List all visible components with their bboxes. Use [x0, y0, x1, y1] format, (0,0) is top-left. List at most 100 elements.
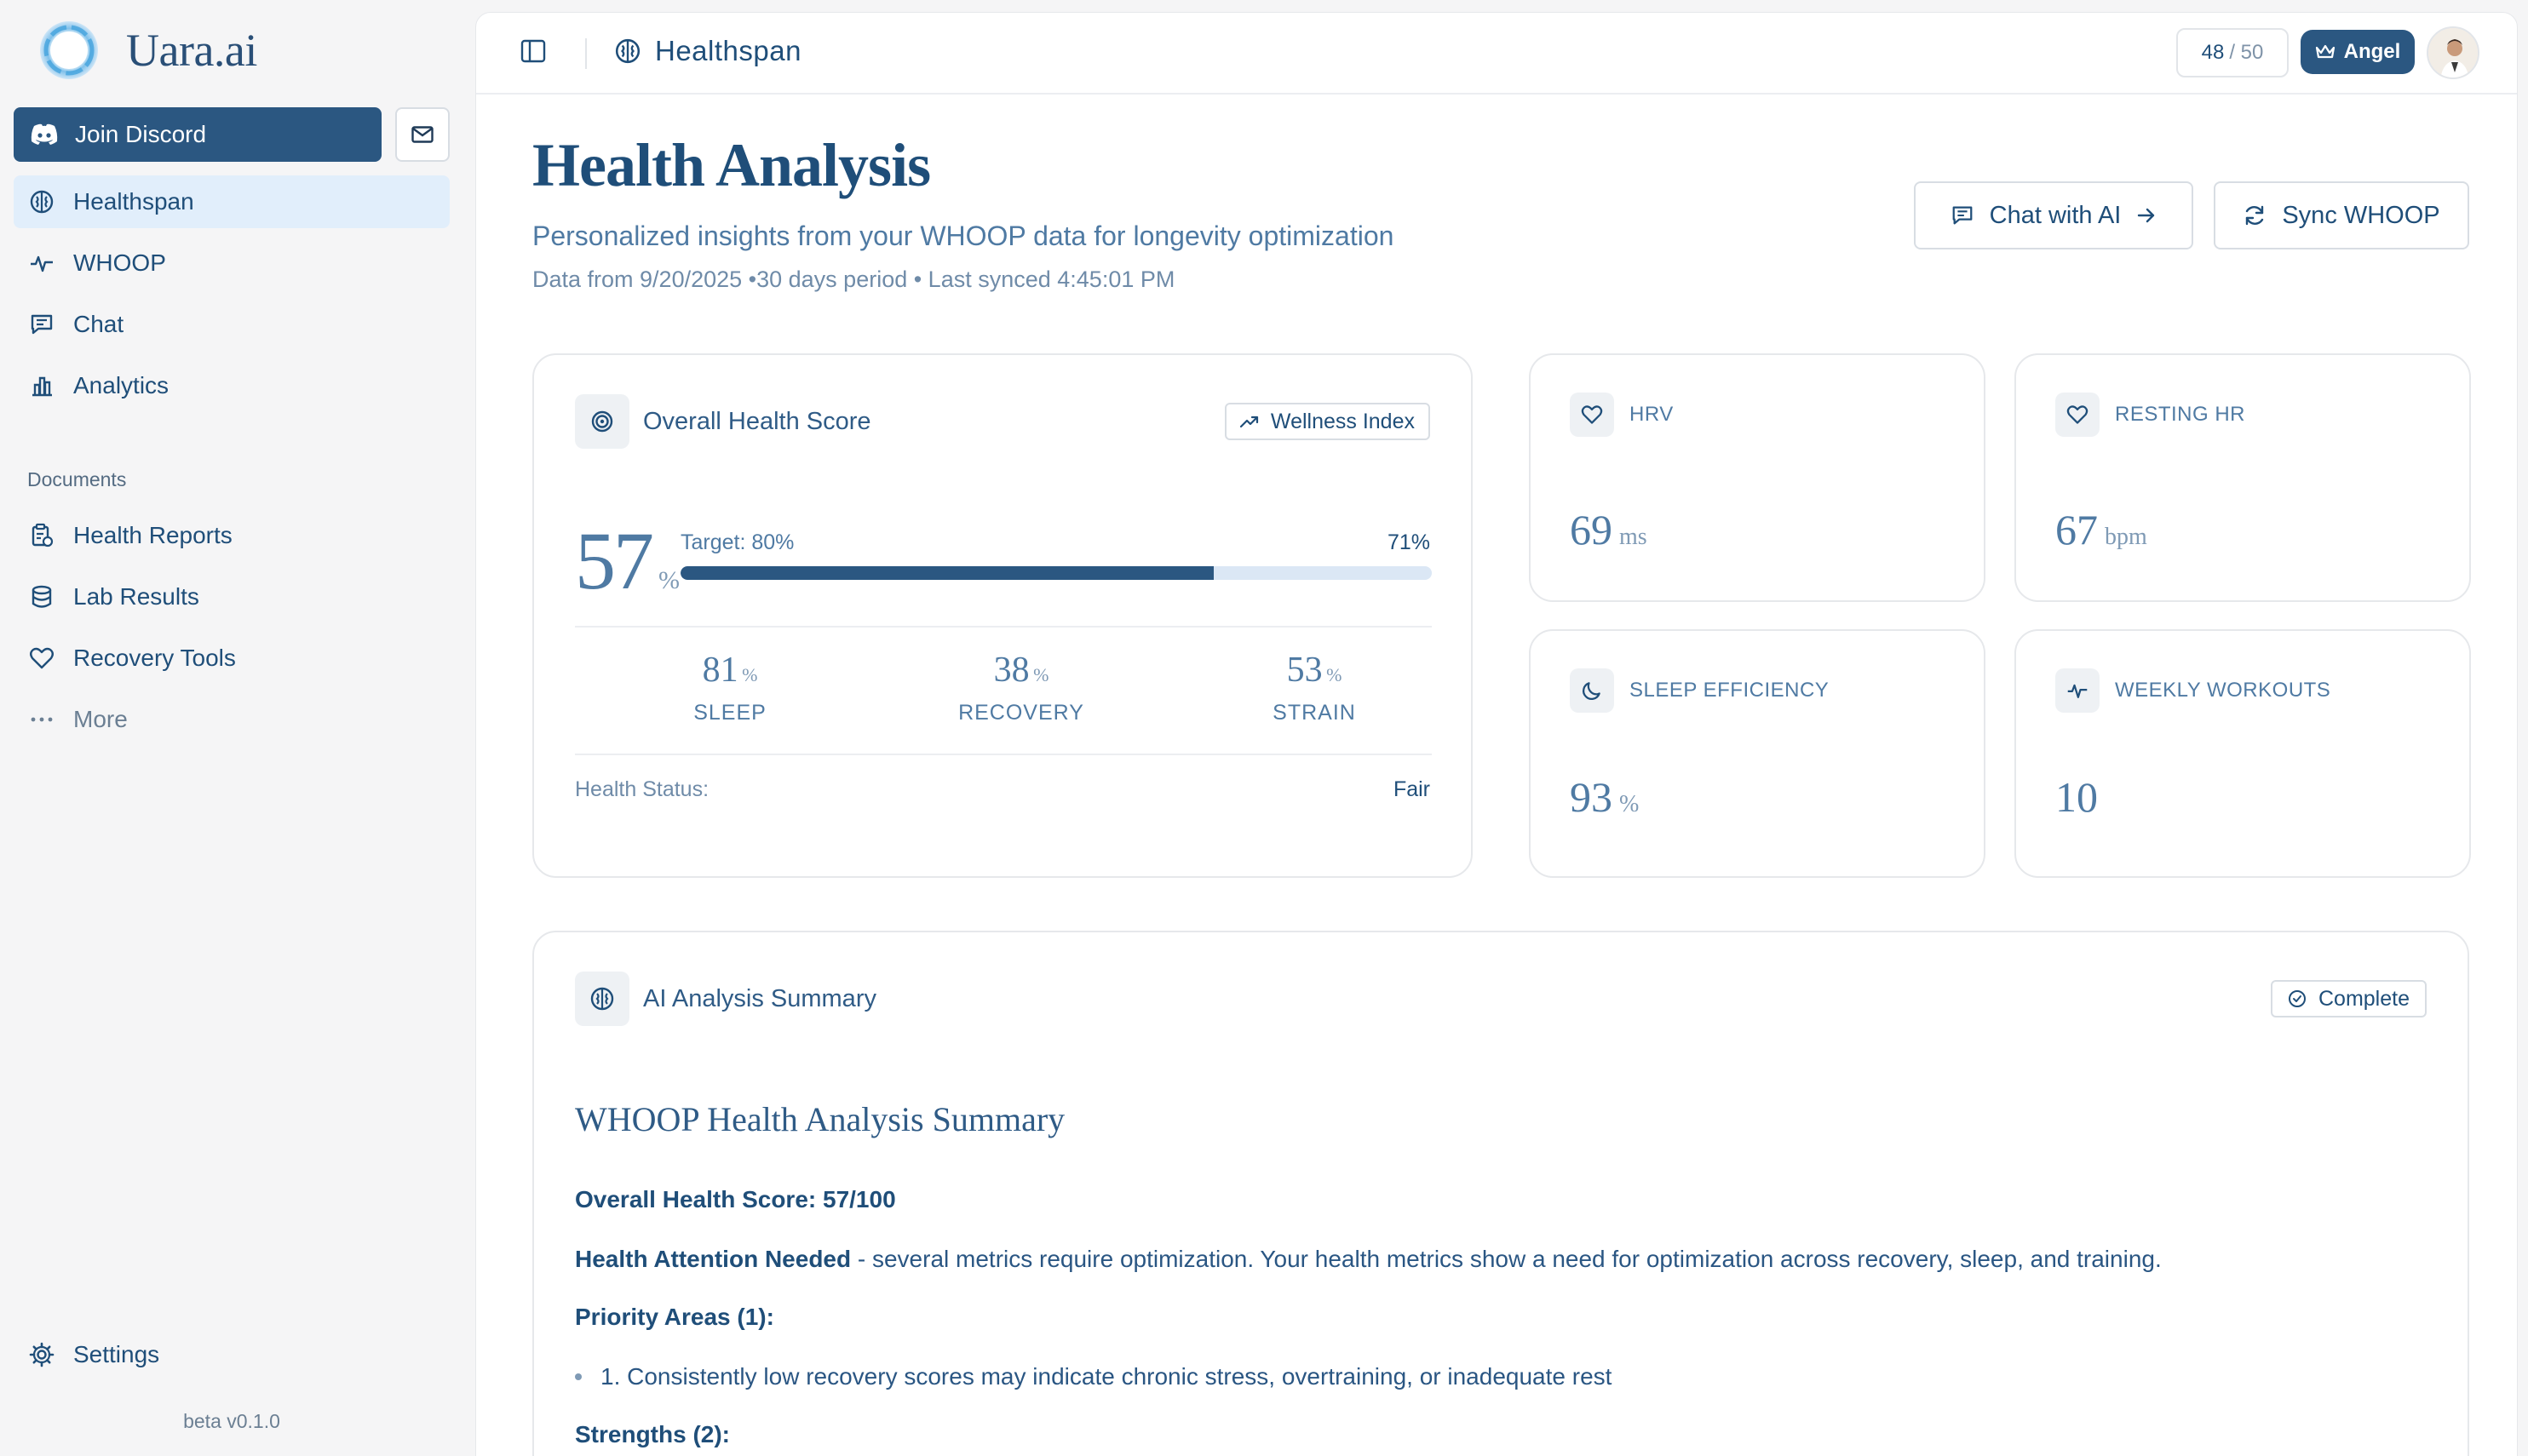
data-sync-info: Data from 9/20/2025 •30 days period • La…	[532, 267, 1175, 292]
sidebar-item-healthspan[interactable]: Healthspan	[14, 175, 450, 228]
mail-button[interactable]	[395, 107, 450, 162]
overall-score-value: 57	[575, 515, 654, 606]
progress-label: 71%	[1387, 530, 1430, 554]
sidebar-item-health-reports[interactable]: Health Reports	[14, 509, 450, 562]
brand[interactable]: Uara.ai	[37, 19, 257, 82]
summary-header: AI Analysis Summary	[575, 972, 876, 1026]
target-icon	[575, 394, 629, 449]
bar-chart-icon	[32, 376, 52, 397]
chat-with-ai-button[interactable]: Chat with AI	[1914, 181, 2193, 249]
summary-title: AI Analysis Summary	[643, 984, 876, 1012]
sub-metric-value: 81	[702, 651, 738, 690]
clipboard-icon	[32, 523, 54, 547]
summary-priority-heading-text: Priority Areas (1):	[575, 1304, 774, 1330]
metric-label: SLEEP EFFICIENCY	[1629, 679, 1830, 702]
metric-value: 67 bpm	[2055, 505, 2147, 554]
ai-analysis-summary-card: AI Analysis Summary Complete WHOOP Healt…	[532, 931, 2469, 1456]
mail-icon	[411, 126, 434, 143]
heart-icon	[2055, 393, 2100, 437]
metric-unit: %	[1619, 791, 1640, 817]
sidebar-item-label: Lab Results	[73, 583, 199, 610]
metric-label: WEEKLY WORKOUTS	[2115, 679, 2331, 702]
activity-icon	[31, 255, 53, 272]
sidebar-item-chat[interactable]: Chat	[14, 298, 450, 351]
metric-label: HRV	[1629, 403, 1674, 426]
metric-value: 93 %	[1570, 772, 1639, 822]
metric-header: RESTING HR	[2055, 393, 2245, 437]
summary-overall-score: Overall Health Score: 57/100	[575, 1186, 896, 1213]
sub-metric-strain: 53 % STRAIN	[1221, 650, 1408, 725]
sidebar-toggle-icon[interactable]	[520, 38, 546, 64]
sidebar-item-lab-results[interactable]: Lab Results	[14, 570, 450, 623]
page-title: Health Analysis	[532, 131, 931, 199]
page-subtitle: Personalized insights from your WHOOP da…	[532, 221, 1394, 251]
join-discord-label: Join Discord	[75, 121, 207, 147]
summary-attention-text: - several metrics require optimization. …	[851, 1246, 2162, 1272]
more-icon	[31, 717, 53, 722]
overall-score-unit: %	[658, 566, 680, 594]
sidebar: Uara.ai Join Discord Healthspan WHOOP Ch…	[0, 0, 474, 1456]
metric-unit: bpm	[2105, 524, 2147, 550]
gear-icon	[29, 1342, 55, 1367]
main-panel: Healthspan 48 / 50 Angel Health Analysis…	[475, 12, 2518, 1456]
sidebar-item-settings[interactable]: Settings	[14, 1328, 450, 1381]
overall-health-score-card: Overall Health Score Wellness Index 57 %…	[532, 353, 1473, 878]
refresh-icon	[2246, 205, 2264, 226]
metric-card-sleep-efficiency: SLEEP EFFICIENCY 93 %	[1529, 629, 1985, 878]
credits-counter: 48 / 50	[2176, 28, 2289, 77]
sidebar-item-whoop[interactable]: WHOOP	[14, 237, 450, 289]
brand-name: Uara.ai	[126, 25, 257, 76]
sync-whoop-button[interactable]: Sync WHOOP	[2214, 181, 2469, 249]
summary-priority-heading: Priority Areas (1):	[575, 1304, 774, 1331]
metric-card-hrv: HRV 69 ms	[1529, 353, 1985, 602]
health-status-value: Fair	[1393, 777, 1430, 801]
metric-label: RESTING HR	[2115, 403, 2246, 426]
list-item: 1. Consistently low recovery scores may …	[575, 1363, 1612, 1390]
sidebar-item-label: More	[73, 706, 128, 732]
bullet-dot	[575, 1373, 582, 1380]
summary-overall-score-text: Overall Health Score: 57/100	[575, 1186, 896, 1212]
metric-number: 67	[2055, 506, 2098, 553]
breadcrumb: Healthspan	[614, 35, 801, 67]
metric-header: HRV	[1570, 393, 1674, 437]
chat-icon	[1952, 206, 1973, 225]
brain-icon	[575, 972, 629, 1026]
summary-attention: Health Attention Needed - several metric…	[575, 1246, 2162, 1273]
metric-header: WEEKLY WORKOUTS	[2055, 668, 2330, 713]
database-icon	[32, 585, 52, 608]
chat-with-ai-label: Chat with AI	[1989, 201, 2122, 229]
sub-metric-label: SLEEP	[693, 701, 767, 725]
metric-value: 69 ms	[1570, 505, 1647, 554]
plan-badge[interactable]: Angel	[2301, 30, 2415, 74]
crown-icon	[2315, 44, 2335, 59]
wellness-index-badge: Wellness Index	[1224, 403, 1430, 440]
sidebar-item-analytics[interactable]: Analytics	[14, 359, 450, 412]
score-card-header: Overall Health Score	[575, 394, 871, 449]
sidebar-item-more[interactable]: More	[14, 693, 450, 746]
progress-bar-fill	[681, 566, 1215, 580]
discord-icon	[31, 123, 58, 145]
sidebar-item-recovery-tools[interactable]: Recovery Tools	[14, 632, 450, 685]
brand-logo-icon	[40, 21, 98, 79]
activity-icon	[2055, 668, 2100, 713]
metric-header: SLEEP EFFICIENCY	[1570, 668, 1829, 713]
sub-metric-unit: %	[1326, 664, 1342, 685]
metric-number: 69	[1570, 506, 1612, 553]
heart-icon	[1570, 393, 1614, 437]
join-discord-button[interactable]: Join Discord	[14, 107, 382, 162]
sub-metric-label: STRAIN	[1273, 701, 1356, 725]
metric-value: 10	[2055, 772, 2105, 822]
divider	[575, 626, 1432, 628]
settings-nav: Settings	[14, 1328, 450, 1390]
score-card-title: Overall Health Score	[643, 407, 871, 435]
target-label: Target: 80%	[681, 530, 795, 554]
complete-label: Complete	[2318, 986, 2410, 1011]
complete-badge: Complete	[2271, 980, 2427, 1017]
sub-metric-unit: %	[1033, 664, 1049, 685]
sidebar-item-label: Healthspan	[73, 188, 194, 215]
avatar[interactable]	[2427, 26, 2479, 79]
brain-icon	[30, 190, 54, 214]
check-circle-icon	[2289, 990, 2306, 1007]
summary-strengths-heading-text: Strengths (2):	[575, 1421, 730, 1447]
metric-card-weekly-workouts: WEEKLY WORKOUTS 10	[2014, 629, 2471, 878]
